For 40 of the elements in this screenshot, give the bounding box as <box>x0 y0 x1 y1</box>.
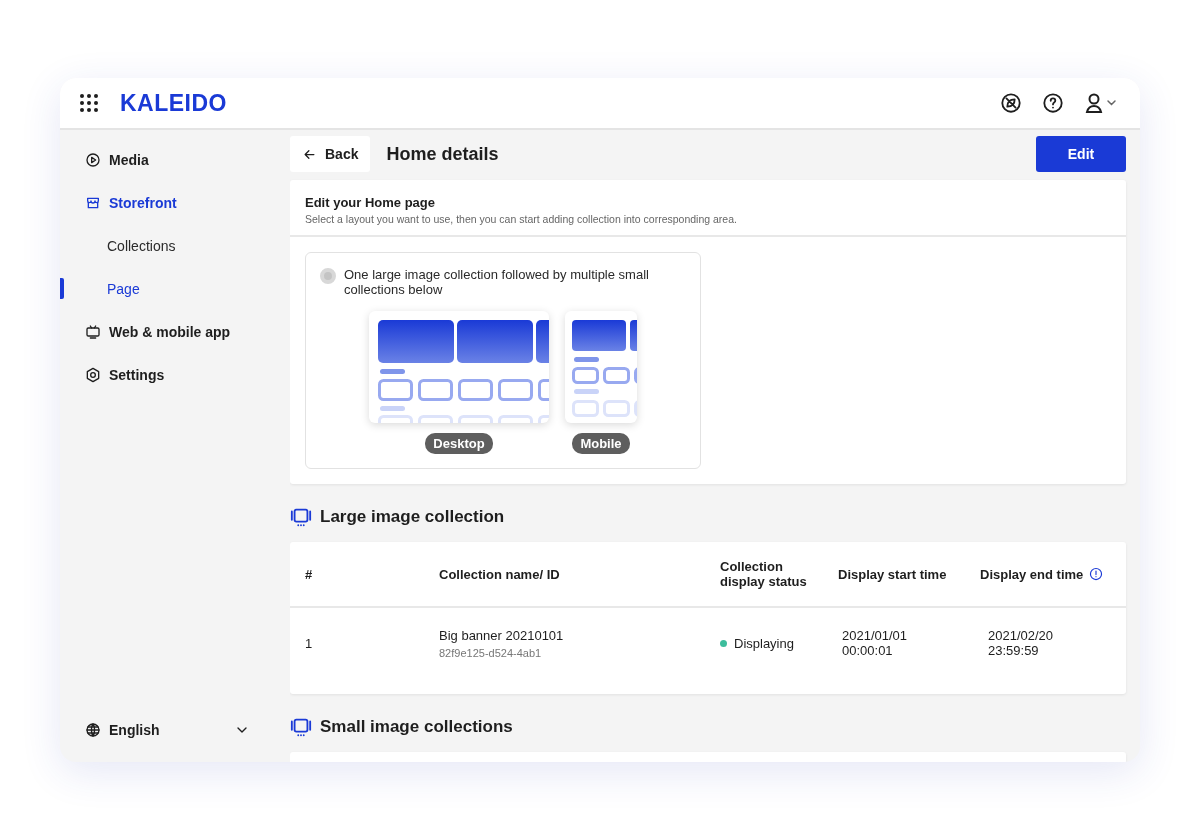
column-header: Display start time <box>823 542 965 608</box>
help-icon[interactable] <box>1042 92 1064 114</box>
collection-id: 82f9e125-d524-4ab1 <box>439 646 543 659</box>
sidebar-item[interactable]: Storefront <box>60 181 290 224</box>
column-header: Collection display status <box>705 542 823 608</box>
active-indicator <box>60 278 64 299</box>
table-cell-text: 1 <box>304 634 314 653</box>
logo: KALEIDO <box>120 89 227 117</box>
preview-tag: Desktop <box>425 433 493 454</box>
sidebar-item[interactable]: Web & mobile app <box>60 310 290 353</box>
language-selector[interactable]: English <box>60 722 290 738</box>
status-text: Displaying <box>734 635 794 651</box>
column-header: Collection name/ ID <box>424 542 705 608</box>
compass-icon[interactable] <box>1000 92 1022 114</box>
section-title: Small image collections <box>320 717 513 737</box>
collection-name: Big banner 20210101 <box>439 627 565 643</box>
slides-icon <box>290 716 312 738</box>
column-header: # <box>290 542 424 608</box>
preview-tag: Mobile <box>572 433 630 454</box>
info-icon <box>1089 567 1104 581</box>
start-time: 2021/01/01 00:00:01 <box>842 628 909 658</box>
card-title: Edit your Home page <box>305 195 437 210</box>
edit-button[interactable]: Edit <box>1036 136 1126 172</box>
card-subtitle: Select a layout you want to use, then you can start adding collection into corresponding area. <box>305 213 738 225</box>
monitor-icon <box>85 323 101 340</box>
slides-icon <box>290 506 312 528</box>
back-button[interactable]: Back <box>290 136 371 172</box>
section-title: Large image collection <box>320 507 505 527</box>
column-header-text: Display end time <box>980 566 1084 582</box>
end-time: 2021/02/20 23:59:59 <box>988 628 1055 658</box>
globe-icon <box>85 722 101 738</box>
sidebar-subitem[interactable]: Collections <box>60 224 290 267</box>
sidebar-subitem[interactable]: Page <box>60 267 290 310</box>
apps-grid-icon[interactable] <box>80 94 98 112</box>
play-icon <box>85 151 101 168</box>
settings-icon <box>85 366 101 383</box>
page-title: Home details <box>386 143 499 165</box>
sidebar-item[interactable]: Media <box>60 138 290 181</box>
option-label: One large image collection followed by multiple small collections below <box>344 267 650 297</box>
sidebar-item[interactable]: Settings <box>60 353 290 396</box>
